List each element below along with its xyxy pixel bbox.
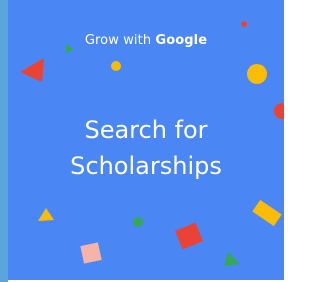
red-square-icon — [175, 222, 203, 250]
yellow-triangle-icon — [38, 208, 54, 221]
yellow-circle-icon — [247, 64, 267, 84]
promo-frame: Grow with Google Search for Scholarships — [0, 0, 291, 282]
brand-name: Google — [155, 33, 208, 48]
yellow-dot-icon — [111, 61, 121, 71]
green-triangle-bottom-icon — [224, 252, 240, 266]
yellow-rectangle-icon — [252, 199, 282, 227]
pink-square-icon — [80, 242, 102, 264]
red-dot-icon — [241, 21, 247, 27]
green-dot-icon — [133, 217, 143, 227]
red-triangle-icon — [20, 58, 44, 82]
scholarship-promo-card[interactable]: Grow with Google Search for Scholarships — [8, 0, 284, 280]
headline-line-2: Scholarships — [70, 152, 222, 180]
brand-prefix: Grow with — [84, 33, 152, 48]
headline-line-1: Search for — [84, 116, 208, 144]
grow-with-google-logo: Grow with Google — [8, 33, 284, 48]
card-headline: Search for Scholarships — [8, 112, 284, 184]
left-edge-strip — [0, 0, 8, 282]
